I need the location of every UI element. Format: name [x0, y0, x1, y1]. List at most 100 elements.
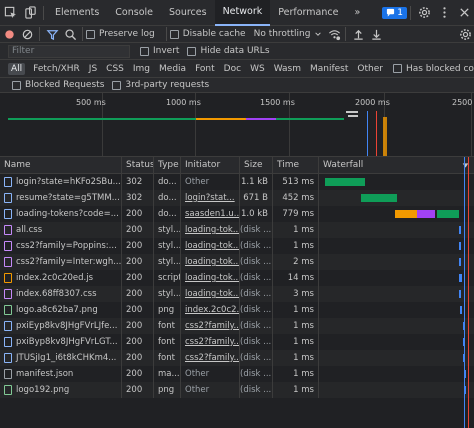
- has-blocked-cookies-checkbox[interactable]: Has blocked cookies: [392, 64, 474, 74]
- type-filter-css[interactable]: CSS: [103, 63, 127, 75]
- type-filter-manifest[interactable]: Manifest: [307, 63, 351, 75]
- table-row[interactable]: resume?state=g5TMM... 302 do... login?stat.…: [0, 190, 474, 206]
- inspect-element-icon[interactable]: [0, 3, 20, 23]
- tab-sources[interactable]: Sources: [161, 0, 215, 26]
- checkbox-box[interactable]: [140, 46, 149, 56]
- checkbox-box[interactable]: [86, 29, 95, 39]
- request-name-cell[interactable]: css2?family=Inter:wgh...: [0, 254, 122, 270]
- more-tabs-button[interactable]: »: [346, 0, 368, 26]
- export-har-icon[interactable]: [367, 26, 385, 42]
- tab-network[interactable]: Network: [214, 0, 271, 26]
- request-waterfall[interactable]: [319, 286, 474, 302]
- request-waterfall[interactable]: [319, 270, 474, 286]
- third-party-checkbox[interactable]: 3rd-party requests: [112, 80, 209, 90]
- request-initiator[interactable]: loading-tok...: [181, 270, 240, 286]
- request-initiator[interactable]: loading-tok...: [181, 286, 240, 302]
- request-name-cell[interactable]: logo192.png: [0, 382, 122, 398]
- request-initiator[interactable]: loading-tok...: [181, 254, 240, 270]
- throttling-dropdown[interactable]: No throttling: [254, 29, 323, 39]
- request-waterfall[interactable]: [319, 190, 474, 206]
- request-waterfall[interactable]: [319, 318, 474, 334]
- request-name-cell[interactable]: loading-tokens?code=...: [0, 206, 122, 222]
- tab-elements[interactable]: Elements: [47, 0, 107, 26]
- hide-data-urls-checkbox[interactable]: Hide data URLs: [187, 46, 270, 56]
- request-name-cell[interactable]: manifest.json: [0, 366, 122, 382]
- table-row[interactable]: login?state=hKFo2SBu... 302 do... Other 1.1 …: [0, 174, 474, 190]
- type-filter-js[interactable]: JS: [86, 63, 100, 75]
- type-filter-media[interactable]: Media: [156, 63, 189, 75]
- request-name-cell[interactable]: resume?state=g5TMM...: [0, 190, 122, 206]
- column-header-size[interactable]: Size: [240, 156, 273, 174]
- request-waterfall[interactable]: [319, 350, 474, 366]
- search-icon[interactable]: [61, 26, 79, 42]
- column-header-status[interactable]: Status: [122, 156, 154, 174]
- request-name-cell[interactable]: logo.a8c62ba7.png: [0, 302, 122, 318]
- request-name-cell[interactable]: index.68ff8307.css: [0, 286, 122, 302]
- checkbox-box[interactable]: [169, 29, 179, 39]
- invert-checkbox[interactable]: Invert: [140, 46, 179, 56]
- request-name-cell[interactable]: css2?family=Poppins:...: [0, 238, 122, 254]
- preserve-log-checkbox[interactable]: Preserve log: [86, 29, 155, 39]
- blocked-requests-checkbox[interactable]: Blocked Requests: [12, 80, 104, 90]
- table-row[interactable]: JTUSjIg1_i6t8kCHKm4... 200 font css2?family…: [0, 350, 474, 366]
- type-filter-wasm[interactable]: Wasm: [271, 63, 304, 75]
- table-row[interactable]: manifest.json 200 ma... Other (disk ... 1 ms: [0, 366, 474, 382]
- request-waterfall[interactable]: [319, 302, 474, 318]
- request-name-cell[interactable]: pxiByp8kv8JHgFVrLGT...: [0, 334, 122, 350]
- request-initiator[interactable]: login?stat...: [181, 190, 240, 206]
- request-initiator[interactable]: index.2c0c2...: [181, 302, 240, 318]
- request-initiator[interactable]: loading-tok...: [181, 222, 240, 238]
- type-filter-other[interactable]: Other: [354, 63, 386, 75]
- table-row[interactable]: logo192.png 200 png Other (disk ... 1 ms: [0, 382, 474, 398]
- filter-funnel-icon[interactable]: [43, 26, 61, 42]
- record-icon[interactable]: [0, 26, 18, 42]
- clear-icon[interactable]: [18, 26, 36, 42]
- table-row[interactable]: css2?family=Poppins:... 200 styl... loading…: [0, 238, 474, 254]
- gear-icon[interactable]: [414, 3, 434, 23]
- column-header-waterfall[interactable]: Waterfall: [319, 157, 474, 174]
- request-waterfall[interactable]: [319, 206, 474, 222]
- request-initiator[interactable]: css2?family...: [181, 334, 240, 350]
- request-initiator[interactable]: loading-tok...: [181, 238, 240, 254]
- request-waterfall[interactable]: [319, 366, 474, 382]
- column-header-time[interactable]: Time: [273, 156, 319, 174]
- network-overview-timeline[interactable]: 500 ms 1000 ms 1500 ms 2000 ms 2500: [0, 93, 474, 157]
- filter-input[interactable]: [8, 44, 130, 58]
- close-icon[interactable]: [454, 3, 474, 23]
- request-name-cell[interactable]: pxiEyp8kv8JHgFVrLJfe...: [0, 318, 122, 334]
- table-row[interactable]: logo.a8c62ba7.png 200 png index.2c0c2... (di…: [0, 302, 474, 318]
- tab-console[interactable]: Console: [107, 0, 161, 26]
- request-waterfall[interactable]: [319, 222, 474, 238]
- request-waterfall[interactable]: [319, 238, 474, 254]
- type-filter-doc[interactable]: Doc: [221, 63, 244, 75]
- checkbox-box[interactable]: [392, 64, 402, 73]
- import-har-icon[interactable]: [349, 26, 367, 42]
- table-row[interactable]: all.css 200 styl... loading-tok... (disk ...…: [0, 222, 474, 238]
- column-header-initiator[interactable]: Initiator: [181, 156, 240, 174]
- network-conditions-icon[interactable]: [326, 26, 342, 42]
- request-initiator[interactable]: css2?family...: [181, 350, 240, 366]
- column-header-name[interactable]: Name: [0, 156, 122, 174]
- issues-badge[interactable]: 1: [382, 6, 407, 19]
- table-row[interactable]: css2?family=Inter:wgh... 200 styl... loadin…: [0, 254, 474, 270]
- device-toolbar-icon[interactable]: [20, 3, 40, 23]
- request-waterfall[interactable]: [319, 174, 474, 190]
- checkbox-box[interactable]: [187, 46, 197, 56]
- type-filter-all[interactable]: All: [8, 62, 26, 75]
- type-filter-img[interactable]: Img: [130, 63, 153, 75]
- request-name-cell[interactable]: index.2c0c20ed.js: [0, 270, 122, 286]
- type-filter-fetch-xhr[interactable]: Fetch/XHR: [30, 63, 83, 75]
- request-initiator[interactable]: saasden1.u...: [181, 206, 240, 222]
- type-filter-ws[interactable]: WS: [247, 63, 268, 75]
- request-name-cell[interactable]: JTUSjIg1_i6t8kCHKm4...: [0, 350, 122, 366]
- column-header-type[interactable]: Type: [154, 156, 181, 174]
- kebab-menu-icon[interactable]: [434, 3, 454, 23]
- table-row[interactable]: loading-tokens?code=... 200 do... saasden1.…: [0, 206, 474, 222]
- table-row[interactable]: index.68ff8307.css 200 styl... loading-tok.…: [0, 286, 474, 302]
- disable-cache-checkbox[interactable]: Disable cache: [169, 29, 246, 39]
- request-name-cell[interactable]: all.css: [0, 222, 122, 238]
- table-row[interactable]: index.2c0c20ed.js 200 script loading-tok...…: [0, 270, 474, 286]
- checkbox-box[interactable]: [112, 80, 122, 90]
- request-waterfall[interactable]: [319, 254, 474, 270]
- request-name-cell[interactable]: login?state=hKFo2SBu...: [0, 174, 122, 190]
